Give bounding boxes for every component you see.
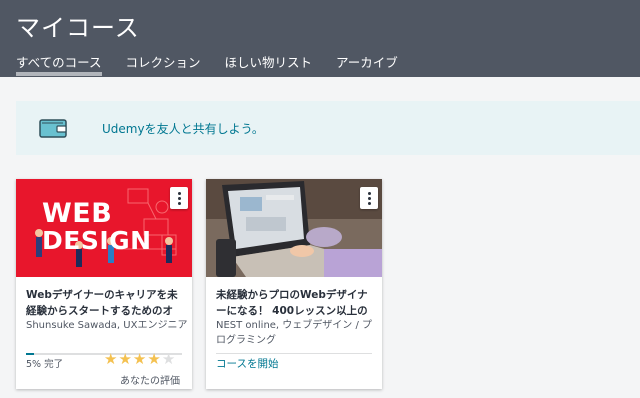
star-icon[interactable]: ★ <box>118 352 131 367</box>
wallet-icon <box>39 119 67 138</box>
progress-fill <box>26 353 34 355</box>
share-banner[interactable]: Udemyを友人と共有しよう。 <box>16 101 640 155</box>
rating-label[interactable]: あなたの評価 <box>120 372 180 387</box>
more-options-icon[interactable] <box>170 187 188 209</box>
star-icon[interactable]: ★ <box>133 352 146 367</box>
start-course-link[interactable]: コースを開始 <box>216 356 278 371</box>
tab-collections[interactable]: コレクション <box>126 52 201 77</box>
star-icon[interactable]: ★ <box>147 352 160 367</box>
more-options-icon[interactable] <box>360 187 378 209</box>
course-thumbnail[interactable]: WEB DESIGN <box>16 179 192 277</box>
course-card[interactable]: WEB DESIGN Webデザイナーのキャリアを未経験からスタートするためのオ… <box>16 179 192 389</box>
course-card[interactable]: 未経験からプロのWebデザイナーになる！ 400レッスン以上の完... NEST… <box>206 179 382 389</box>
tab-all-courses[interactable]: すべてのコース <box>16 52 102 77</box>
thumbnail-text-web: WEB <box>42 198 113 229</box>
course-title[interactable]: 未経験からプロのWebデザイナーになる！ 400レッスン以上の完... <box>216 287 376 319</box>
star-icon[interactable]: ★ <box>104 352 117 367</box>
page-title: マイコース <box>16 14 140 42</box>
course-thumbnail[interactable] <box>206 179 382 277</box>
thumbnail-text-design: DESIGN <box>42 226 152 255</box>
progress-text: 5% 完了 <box>26 359 64 370</box>
course-instructor: NEST online, ウェブデザイン / プログラミング <box>216 320 373 346</box>
share-banner-text[interactable]: Udemyを友人と共有しよう。 <box>102 120 264 137</box>
divider <box>216 353 372 354</box>
course-instructor: Shunsuke Sawada, UXエンジニア <box>26 320 188 331</box>
course-title[interactable]: Webデザイナーのキャリアを未経験からスタートするためのオー... <box>26 287 186 319</box>
header: マイコース すべてのコース コレクション ほしい物リスト アーカイブ <box>0 0 640 77</box>
tab-archive[interactable]: アーカイブ <box>336 52 398 77</box>
tab-bar: すべてのコース コレクション ほしい物リスト アーカイブ <box>16 52 422 77</box>
tab-wishlist[interactable]: ほしい物リスト <box>225 52 313 77</box>
laptop-photo <box>206 179 382 277</box>
star-icon[interactable]: ★ <box>162 352 175 367</box>
star-rating[interactable]: ★ ★ ★ ★ ★ <box>104 352 176 367</box>
